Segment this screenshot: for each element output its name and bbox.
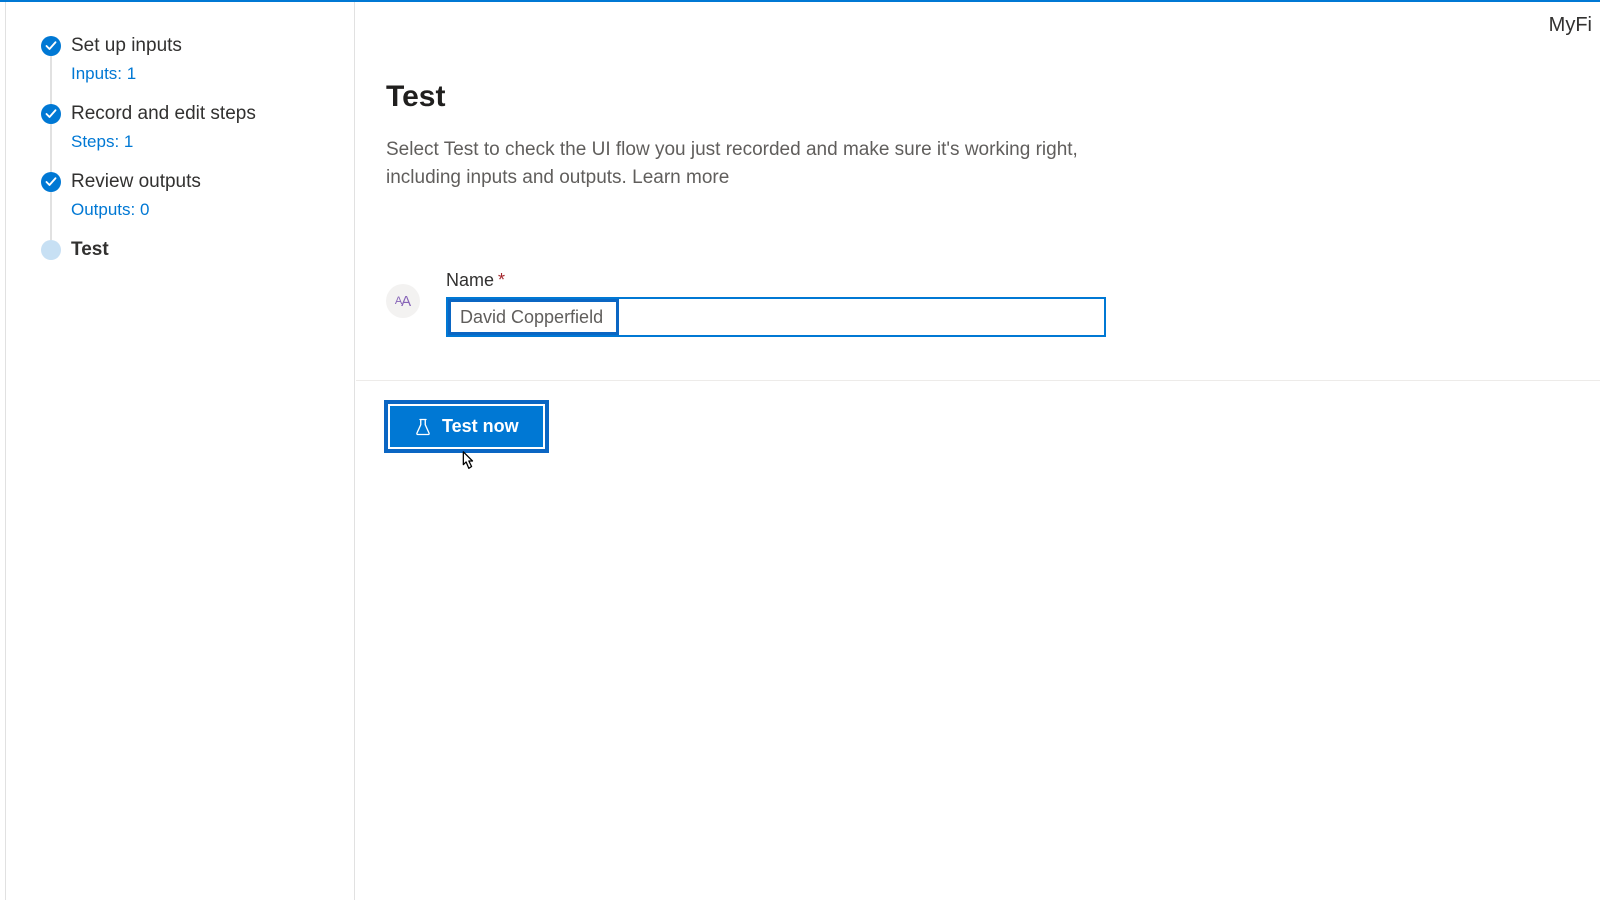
test-input-form: AA Name* xyxy=(386,270,1564,337)
wizard-step-setup-inputs[interactable]: Set up inputs Inputs: 1 xyxy=(7,34,354,102)
check-icon xyxy=(41,104,61,124)
page-description: Select Test to check the UI flow you jus… xyxy=(386,136,1106,192)
step-title: Test xyxy=(71,238,354,262)
step-title: Review outputs xyxy=(71,170,354,194)
wizard-step-list: Set up inputs Inputs: 1 Record and edit … xyxy=(7,2,354,280)
step-connector xyxy=(50,124,52,172)
step-subtext: Inputs: 1 xyxy=(71,64,354,84)
name-field-group: Name* xyxy=(446,270,1116,337)
current-step-dot-icon xyxy=(41,240,61,260)
name-input[interactable] xyxy=(448,299,1104,335)
wizard-step-review-outputs[interactable]: Review outputs Outputs: 0 xyxy=(7,170,354,238)
flask-icon xyxy=(414,418,432,436)
collapsed-nav-rail xyxy=(0,2,6,900)
wizard-step-record-steps[interactable]: Record and edit steps Steps: 1 xyxy=(7,102,354,170)
highlight-box: Test now xyxy=(384,400,549,453)
page-title: Test xyxy=(386,80,1564,114)
name-input-wrapper xyxy=(446,297,1106,337)
test-now-label: Test now xyxy=(442,416,519,437)
action-bar: Test now xyxy=(384,400,549,453)
check-icon xyxy=(41,36,61,56)
step-subtext: Steps: 1 xyxy=(71,132,354,152)
required-asterisk: * xyxy=(498,270,505,290)
description-text: Select Test to check the UI flow you jus… xyxy=(386,139,1078,188)
text-type-icon: AA xyxy=(386,284,420,318)
step-subtext: Outputs: 0 xyxy=(71,200,354,220)
learn-more-link[interactable]: Learn more xyxy=(632,167,729,188)
name-field-label: Name* xyxy=(446,270,1116,291)
step-connector xyxy=(50,56,52,104)
step-title: Record and edit steps xyxy=(71,102,354,126)
wizard-step-test[interactable]: Test xyxy=(7,238,354,280)
check-icon xyxy=(41,172,61,192)
step-title: Set up inputs xyxy=(71,34,354,58)
section-divider xyxy=(356,380,1600,381)
step-connector xyxy=(50,192,52,240)
test-now-button[interactable]: Test now xyxy=(390,406,543,447)
wizard-sidebar: Set up inputs Inputs: 1 Record and edit … xyxy=(7,2,355,900)
